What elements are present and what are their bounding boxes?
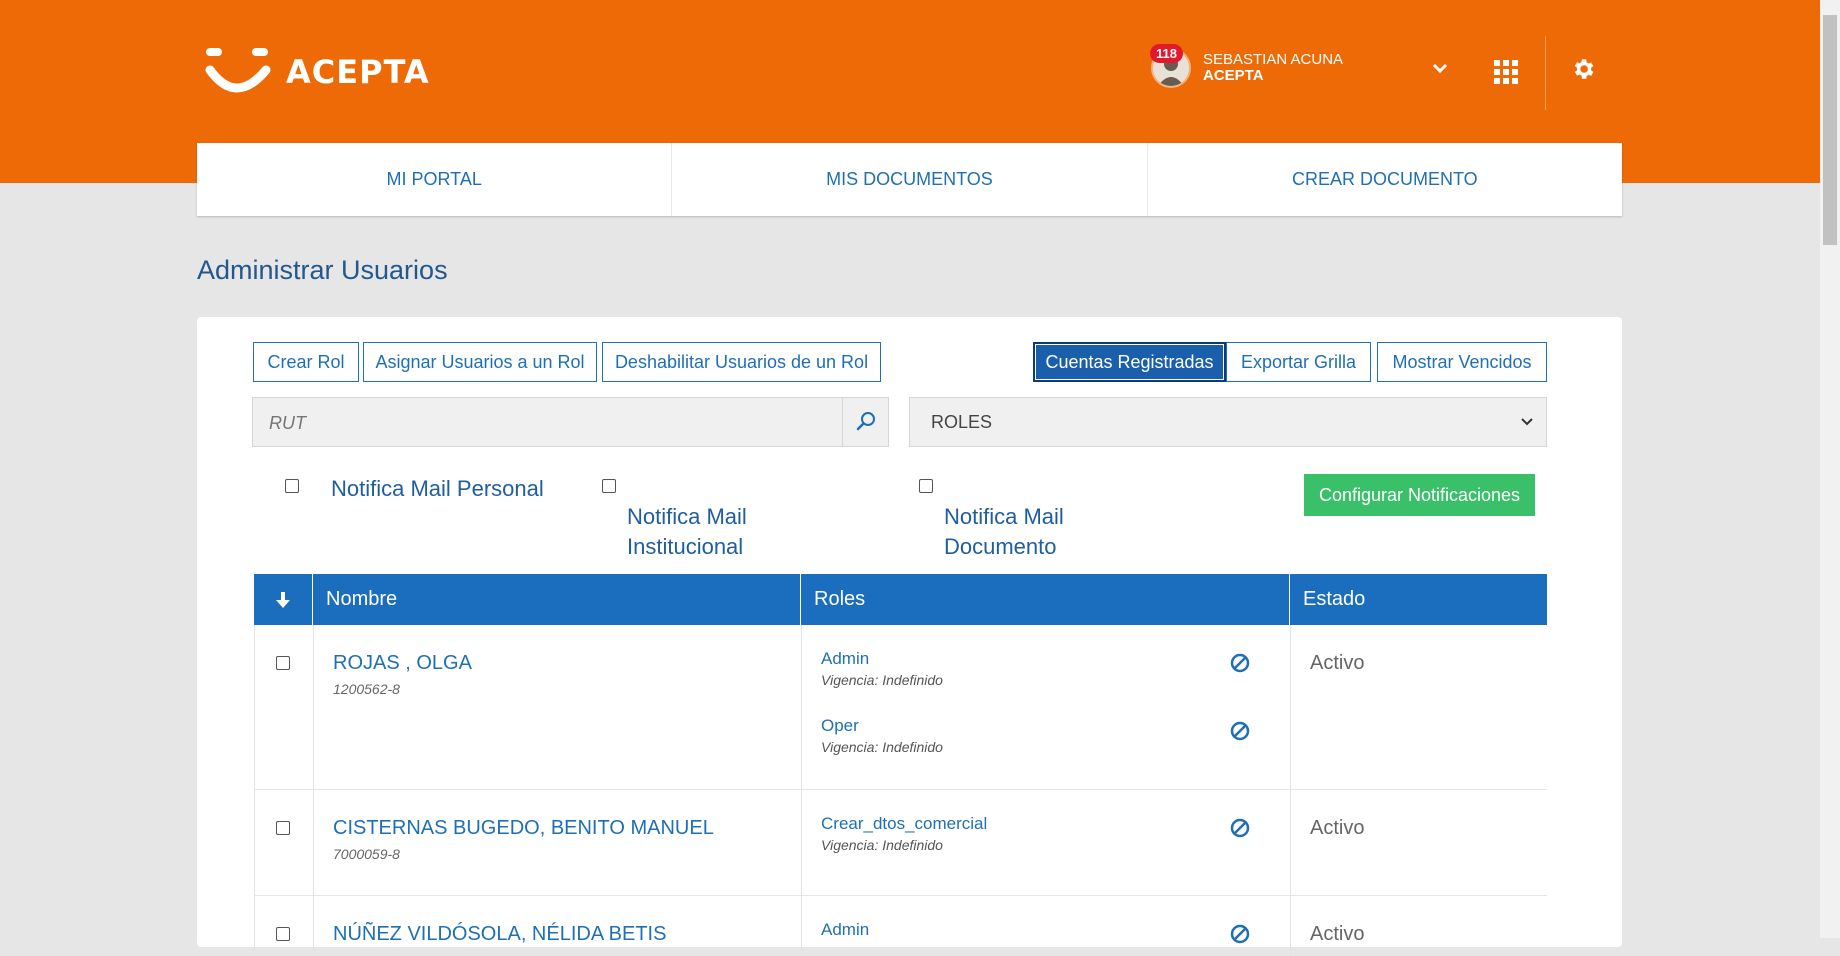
roles-select-value: ROLES <box>931 411 993 432</box>
header-divider <box>1545 36 1546 110</box>
label-line-1: Notifica Mail <box>944 504 1064 529</box>
notifica-mail-personal-label: Notifica Mail Personal <box>331 476 544 501</box>
nav-crear-documento[interactable]: CREAR DOCUMENTO <box>1148 143 1622 216</box>
rut-search-input[interactable] <box>253 398 831 448</box>
cell-divider <box>254 896 255 956</box>
table-header: Nombre Roles Estado <box>254 574 1547 625</box>
scrollbar-thumb[interactable] <box>1823 15 1837 245</box>
arrow-down-icon <box>276 591 290 608</box>
nav-mi-portal[interactable]: MI PORTAL <box>197 143 673 216</box>
user-estado: Activo <box>1310 817 1365 839</box>
chevron-down-icon[interactable] <box>1432 62 1448 74</box>
role-name[interactable]: Crear_dtos_comercial <box>821 814 987 834</box>
notification-badge[interactable]: 118 <box>1150 44 1183 63</box>
page-title: Administrar Usuarios <box>197 255 448 285</box>
smile-logo-icon <box>205 48 271 93</box>
nav-mis-documentos[interactable]: MIS DOCUMENTOS <box>672 143 1148 216</box>
cell-divider <box>1290 625 1291 789</box>
crear-rol-button[interactable]: Crear Rol <box>253 342 359 382</box>
acepta-logo[interactable]: ACEPTA <box>204 44 430 100</box>
cell-divider <box>313 625 314 789</box>
user-rut: 7000059-8 <box>333 846 400 862</box>
row-checkbox[interactable] <box>276 656 290 670</box>
deshabilitar-usuarios-button[interactable]: Deshabilitar Usuarios de un Rol <box>602 342 881 382</box>
rut-search <box>252 397 889 448</box>
disable-role-icon[interactable] <box>1229 817 1251 839</box>
disable-role-icon[interactable] <box>1229 652 1251 674</box>
cell-divider <box>313 790 314 896</box>
label-line-2: Institucional <box>627 534 744 559</box>
label-line-2: Documento <box>944 534 1057 559</box>
cell-divider <box>801 896 802 956</box>
role-vigencia: Vigencia: Indefinido <box>821 739 943 755</box>
header-roles[interactable]: Roles <box>801 574 1290 625</box>
user-estado: Activo <box>1310 923 1365 945</box>
cell-divider <box>1290 790 1291 896</box>
cell-divider <box>254 625 255 789</box>
cell-divider <box>313 896 314 956</box>
search-icon[interactable] <box>856 411 876 431</box>
roles-select[interactable]: ROLES <box>909 397 1547 447</box>
apps-grid-icon[interactable] <box>1494 60 1518 84</box>
mostrar-vencidos-button[interactable]: Mostrar Vencidos <box>1377 342 1547 382</box>
user-estado: Activo <box>1310 652 1365 674</box>
label-line-1: Notifica Mail <box>627 504 747 529</box>
table-row: CISTERNAS BUGEDO, BENITO MANUEL 7000059-… <box>254 790 1547 896</box>
row-checkbox[interactable] <box>276 821 290 835</box>
notifica-mail-institucional-label: Notifica Mail Institucional <box>627 502 747 562</box>
cell-divider <box>1290 896 1291 956</box>
disable-role-icon[interactable] <box>1229 923 1251 945</box>
user-name-link[interactable]: CISTERNAS BUGEDO, BENITO MANUEL <box>333 817 714 840</box>
cell-divider <box>801 625 802 789</box>
user-company: ACEPTA <box>1203 67 1264 84</box>
brand-name: ACEPTA <box>286 53 430 91</box>
asignar-usuarios-button[interactable]: Asignar Usuarios a un Rol <box>363 342 597 382</box>
notifica-mail-institucional-checkbox[interactable] <box>602 479 616 493</box>
user-name-link[interactable]: NÚÑEZ VILDÓSOLA, NÉLIDA BETIS <box>333 923 666 946</box>
table-row: NÚÑEZ VILDÓSOLA, NÉLIDA BETIS Admin Acti… <box>254 896 1547 956</box>
notifica-mail-documento-label: Notifica Mail Documento <box>944 502 1064 562</box>
row-checkbox[interactable] <box>276 927 290 941</box>
table-row: ROJAS , OLGA 1200562-8 Admin Vigencia: I… <box>254 625 1547 790</box>
cuentas-registradas-button[interactable]: Cuentas Registradas <box>1033 342 1226 382</box>
search-divider <box>842 398 843 446</box>
header-estado[interactable]: Estado <box>1290 574 1547 625</box>
user-name: SEBASTIAN ACUNA <box>1203 51 1344 68</box>
role-vigencia: Vigencia: Indefinido <box>821 672 943 688</box>
gear-icon[interactable] <box>1570 56 1596 82</box>
cell-divider <box>254 790 255 896</box>
role-name[interactable]: Admin <box>821 649 869 669</box>
notifica-mail-personal-checkbox[interactable] <box>285 479 299 493</box>
notifica-mail-documento-checkbox[interactable] <box>919 479 933 493</box>
exportar-grilla-button[interactable]: Exportar Grilla <box>1226 342 1371 382</box>
disable-role-icon[interactable] <box>1229 720 1251 742</box>
cell-divider <box>801 790 802 896</box>
role-vigencia: Vigencia: Indefinido <box>821 837 943 853</box>
role-name[interactable]: Oper <box>821 716 859 736</box>
chevron-down-icon <box>1521 418 1533 426</box>
user-name-link[interactable]: ROJAS , OLGA <box>333 652 472 675</box>
header-nombre[interactable]: Nombre <box>313 574 801 625</box>
user-rut: 1200562-8 <box>333 681 400 697</box>
main-nav: MI PORTAL MIS DOCUMENTOS CREAR DOCUMENTO <box>197 143 1622 216</box>
role-name[interactable]: Admin <box>821 920 869 940</box>
configurar-notificaciones-button[interactable]: Configurar Notificaciones <box>1304 474 1535 516</box>
sort-column[interactable] <box>254 574 313 625</box>
